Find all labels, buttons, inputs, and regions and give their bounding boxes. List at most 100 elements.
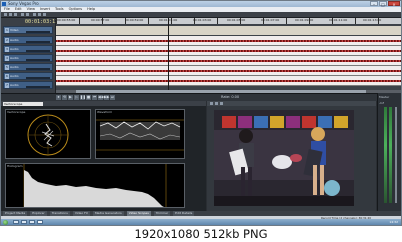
volume-slider[interactable] bbox=[26, 86, 50, 88]
audio-track-lane[interactable] bbox=[56, 36, 401, 45]
histogram: Histogram bbox=[5, 163, 185, 208]
paste-icon[interactable] bbox=[43, 13, 46, 16]
audio-track-lane[interactable] bbox=[56, 46, 401, 55]
ruler-label: 00:01:05:00 bbox=[227, 18, 246, 22]
volume-slider[interactable] bbox=[26, 41, 50, 43]
ruler-labels: 00:00:55:00 00:00:57:00 00:00:59:00 00:0… bbox=[56, 18, 401, 24]
playhead-cursor[interactable] bbox=[168, 18, 169, 93]
track-level-slider[interactable] bbox=[26, 31, 50, 33]
save-icon[interactable] bbox=[14, 13, 17, 16]
waveform-graph bbox=[96, 119, 184, 151]
track-header-audio[interactable]: 6 Audio bbox=[3, 72, 53, 80]
ruler-label: 00:01:09:00 bbox=[295, 18, 314, 22]
cut-icon[interactable] bbox=[33, 13, 36, 16]
track-header-audio[interactable]: 7 Audio bbox=[3, 81, 53, 89]
mixer-title: Master bbox=[379, 95, 390, 99]
track-name: Audio bbox=[10, 56, 19, 60]
windows-taskbar: 14:32 bbox=[1, 219, 401, 225]
audio-track-lane[interactable] bbox=[56, 66, 401, 75]
track-name: Audio bbox=[10, 83, 19, 87]
scopes-toolbar: Vectorscope bbox=[1, 101, 206, 106]
preview-toolbar bbox=[207, 101, 376, 106]
explorer-icon[interactable] bbox=[13, 220, 19, 224]
track-number: 1 bbox=[5, 28, 9, 33]
go-to-start-button[interactable]: ⏮ bbox=[92, 95, 97, 100]
video-preview-panel bbox=[207, 101, 376, 211]
vectorscope: Vectorscope bbox=[5, 109, 91, 159]
media-player-icon[interactable] bbox=[29, 220, 35, 224]
waveform-monitor: Waveform bbox=[95, 109, 185, 159]
go-to-end-button[interactable]: ⏭ bbox=[110, 95, 115, 100]
ruler-label: 00:01:13:00 bbox=[363, 18, 382, 22]
application-window: Sony Vegas Pro – □ × File Edit View Inse… bbox=[0, 0, 402, 226]
play-from-start-button[interactable]: ▶ bbox=[68, 95, 73, 100]
fast-forward-button[interactable]: ▶▶ bbox=[104, 95, 109, 100]
timeline-area[interactable]: 00:00:55:00 00:00:57:00 00:00:59:00 00:0… bbox=[56, 18, 401, 93]
track-number: 3 bbox=[5, 47, 9, 52]
transport-bar: ⏺ ⟲ ▶ ▷ ❚❚ ■ ⏮ ◀◀ ▶▶ ⏭ Rate: 0.00 bbox=[1, 93, 401, 101]
audio-track-lane[interactable] bbox=[56, 76, 401, 85]
track-header-video[interactable]: 1 Video bbox=[3, 26, 53, 34]
histogram-graph bbox=[23, 164, 167, 207]
scope-type-dropdown[interactable]: Vectorscope bbox=[3, 101, 43, 106]
track-number: 6 bbox=[5, 74, 9, 79]
open-icon[interactable] bbox=[9, 13, 12, 16]
undo-icon[interactable] bbox=[21, 13, 24, 16]
audio-track-lane[interactable] bbox=[56, 56, 401, 65]
track-list: 00:01:03:11 1 Video 2 Audio 3 Audio 4 Au… bbox=[1, 18, 59, 93]
play-button[interactable]: ▷ bbox=[74, 95, 79, 100]
timecode-display: 00:01:03:11 bbox=[25, 19, 59, 25]
split-screen-icon[interactable] bbox=[220, 102, 223, 105]
track-name: Video bbox=[10, 28, 19, 32]
master-fader[interactable] bbox=[395, 107, 397, 203]
mixer-level-readout: -Inf bbox=[379, 101, 384, 105]
track-name: Audio bbox=[10, 74, 19, 78]
rewind-button[interactable]: ◀◀ bbox=[98, 95, 103, 100]
audio-waveform bbox=[56, 60, 401, 62]
track-name: Audio bbox=[10, 38, 19, 42]
redo-icon[interactable] bbox=[26, 13, 29, 16]
stop-button[interactable]: ■ bbox=[86, 95, 91, 100]
minimize-button[interactable]: – bbox=[370, 1, 378, 7]
track-header-audio[interactable]: 2 Audio bbox=[3, 36, 53, 44]
ruler-label: 00:00:55:00 bbox=[57, 18, 76, 22]
preview-settings-icon[interactable] bbox=[210, 102, 213, 105]
ruler-label: 00:01:03:00 bbox=[193, 18, 212, 22]
left-level-meter bbox=[384, 107, 387, 203]
track-divider bbox=[56, 85, 401, 86]
close-button[interactable]: × bbox=[388, 1, 400, 7]
vegas-taskbar-icon[interactable] bbox=[37, 220, 43, 224]
vectorscope-graph bbox=[27, 114, 69, 156]
browser-icon[interactable] bbox=[21, 220, 27, 224]
volume-slider[interactable] bbox=[26, 50, 50, 52]
preview-quality-icon[interactable] bbox=[215, 102, 218, 105]
audio-waveform bbox=[56, 50, 401, 52]
ruler-label: 00:00:59:00 bbox=[125, 18, 144, 22]
track-header-audio[interactable]: 4 Audio bbox=[3, 54, 53, 62]
loop-button[interactable]: ⟲ bbox=[62, 95, 67, 100]
app-icon bbox=[2, 2, 6, 6]
pause-button[interactable]: ❚❚ bbox=[80, 95, 86, 100]
track-number: 4 bbox=[5, 56, 9, 61]
record-button[interactable]: ⏺ bbox=[56, 95, 61, 100]
audio-waveform bbox=[56, 70, 401, 72]
audio-waveform bbox=[56, 40, 401, 42]
copy-icon[interactable] bbox=[38, 13, 41, 16]
video-scopes-panel: Vectorscope Vectorscope Waveform Histogr… bbox=[1, 101, 206, 211]
start-button[interactable] bbox=[3, 219, 8, 225]
right-level-meter bbox=[389, 107, 392, 203]
image-caption: 1920x1080 512kb PNG bbox=[134, 227, 268, 241]
new-project-icon[interactable] bbox=[4, 13, 7, 16]
track-header-audio[interactable]: 5 Audio bbox=[3, 63, 53, 71]
track-header-audio[interactable]: 3 Audio bbox=[3, 45, 53, 53]
playback-rate: Rate: 0.00 bbox=[221, 95, 240, 99]
master-bus-mixer: Master -Inf bbox=[377, 93, 401, 211]
audio-waveform bbox=[56, 80, 401, 82]
volume-slider[interactable] bbox=[26, 68, 50, 70]
ruler-label: 00:00:57:00 bbox=[91, 18, 110, 22]
volume-slider[interactable] bbox=[26, 77, 50, 79]
maximize-button[interactable]: □ bbox=[379, 1, 387, 7]
video-track-lane[interactable] bbox=[56, 26, 401, 35]
video-frame bbox=[214, 110, 354, 206]
volume-slider[interactable] bbox=[26, 59, 50, 61]
